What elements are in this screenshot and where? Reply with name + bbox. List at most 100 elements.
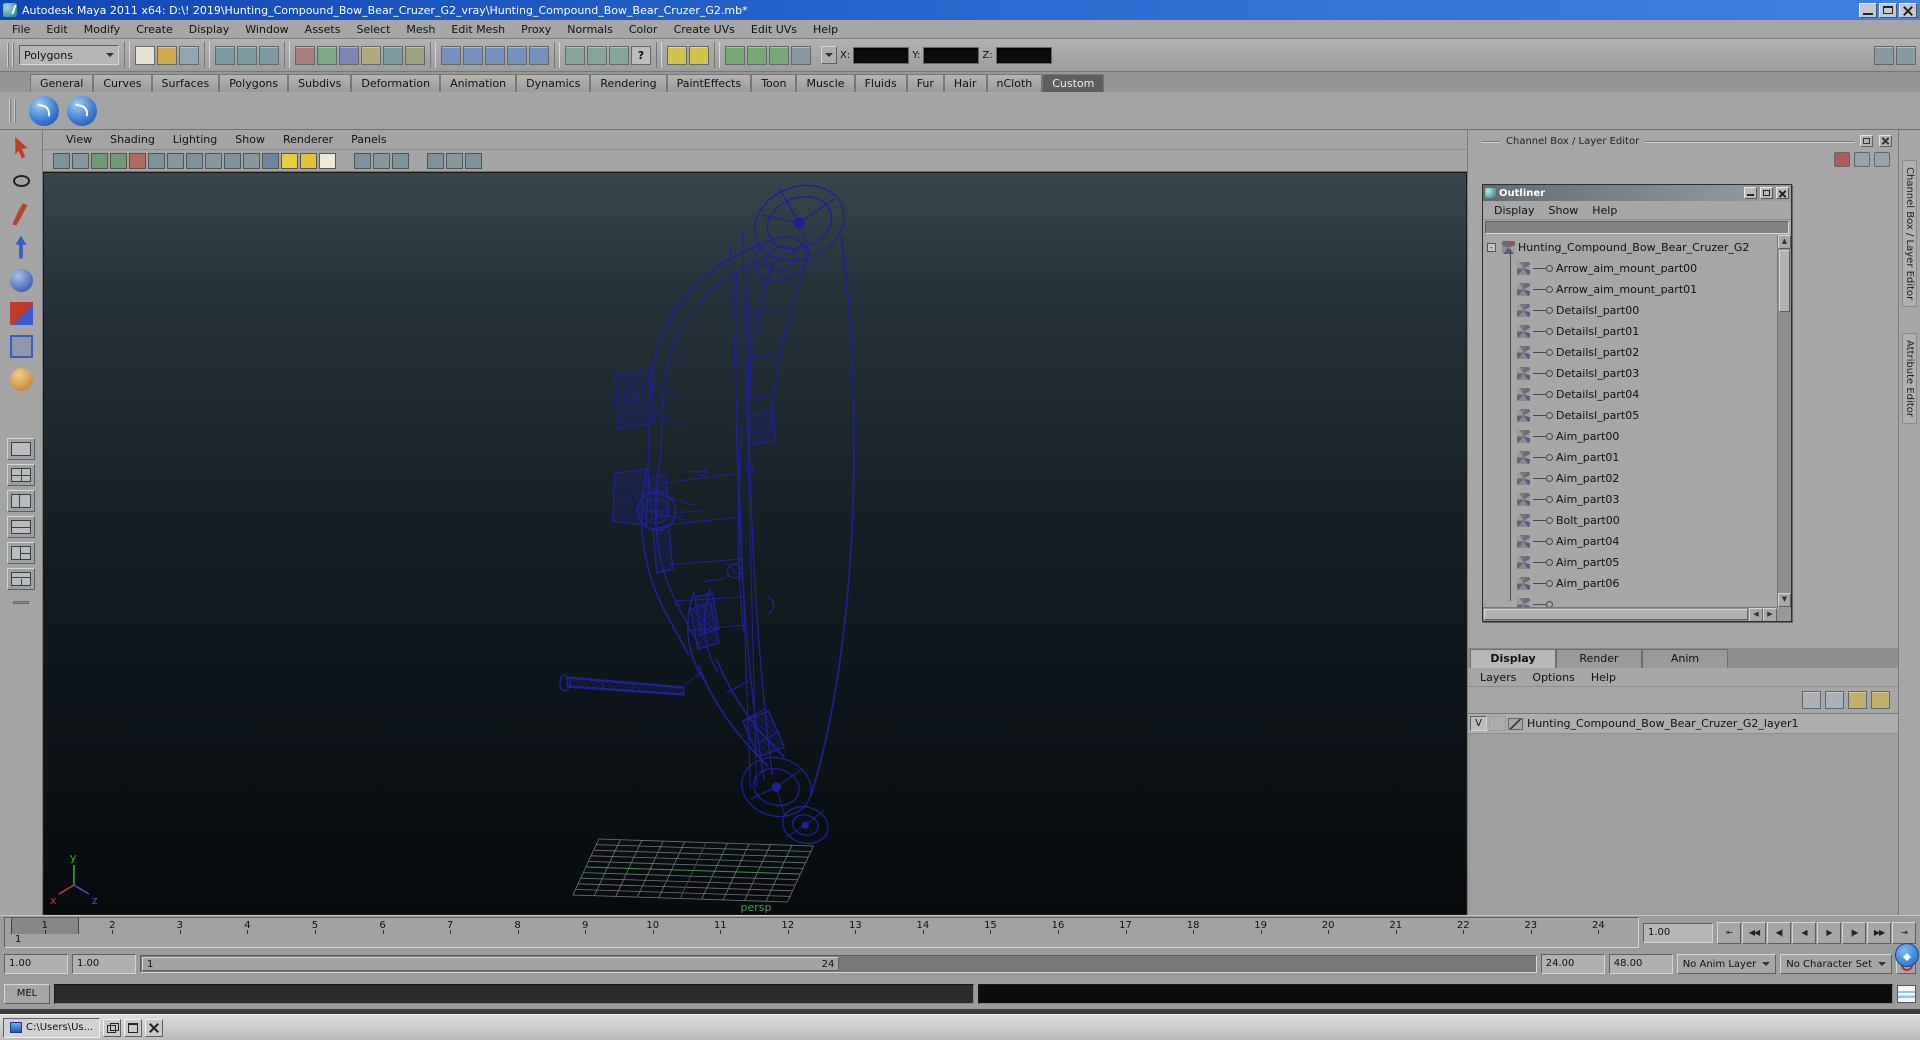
outliner-horizontal-scrollbar[interactable]: ◀ ▶: [1483, 607, 1777, 621]
shelf-tab[interactable]: Dynamics: [516, 74, 591, 92]
open-scene-icon[interactable]: [157, 45, 177, 65]
shaded-icon[interactable]: [243, 152, 260, 169]
menu-item[interactable]: Color: [621, 22, 666, 37]
view-transform-icon[interactable]: [465, 152, 482, 169]
animation-end-field[interactable]: 48.00: [1608, 954, 1673, 974]
group-separator[interactable]: [124, 42, 130, 68]
command-result-field[interactable]: [978, 984, 1893, 1004]
outliner-minimize-button[interactable]: [1744, 187, 1757, 199]
step-forward-one-key-button[interactable]: ▶▶: [1867, 921, 1891, 944]
use-all-lights-icon[interactable]: [281, 152, 298, 169]
render-settings-icon[interactable]: [791, 45, 811, 65]
taskbar-maximize-icon[interactable]: [124, 1018, 143, 1037]
frame-tick[interactable]: 6: [349, 918, 417, 934]
outliner-item[interactable]: Detailsl_part05: [1483, 405, 1776, 426]
selection-mode-dropdown[interactable]: Polygons: [19, 45, 119, 65]
range-end-handle[interactable]: 24: [822, 959, 835, 970]
frame-tick[interactable]: 19: [1227, 918, 1295, 934]
outliner-close-button[interactable]: [1776, 187, 1789, 199]
handles-mask-icon[interactable]: [317, 45, 337, 65]
group-separator[interactable]: [656, 42, 662, 68]
scrollbar-thumb[interactable]: [1779, 250, 1790, 312]
taskbar-close-icon[interactable]: [145, 1018, 164, 1037]
scroll-left-icon[interactable]: ◀: [1749, 608, 1763, 621]
frame-tick[interactable]: 4: [214, 918, 282, 934]
layer-move-down-icon[interactable]: [1871, 691, 1890, 709]
two-pane-stacked-layout-button[interactable]: [7, 516, 35, 538]
lock-camera-icon[interactable]: [72, 152, 89, 169]
shelf-tab[interactable]: Polygons: [219, 74, 289, 92]
new-empty-layer-icon[interactable]: [1802, 691, 1821, 709]
outliner-item[interactable]: Bolt_part00: [1483, 510, 1776, 531]
outliner-item[interactable]: Arrow_aim_mount_part01: [1483, 279, 1776, 300]
outliner-item[interactable]: Aim_part06: [1483, 573, 1776, 594]
xray-joints-icon[interactable]: [392, 152, 409, 169]
keyframe-icon[interactable]: [689, 45, 709, 65]
frame-tick[interactable]: 17: [1092, 918, 1160, 934]
playback-end-field[interactable]: 24.00: [1540, 954, 1605, 974]
layer-move-up-icon[interactable]: [1848, 691, 1867, 709]
ambient-occlusion-icon[interactable]: [319, 152, 336, 169]
four-pane-layout-button[interactable]: [7, 464, 35, 486]
shadows-icon[interactable]: [300, 152, 317, 169]
close-panel-icon[interactable]: [1879, 135, 1892, 147]
select-component-icon[interactable]: [259, 45, 279, 65]
layer-color-swatch[interactable]: [1508, 717, 1523, 730]
layer-menu-item[interactable]: Options: [1524, 670, 1582, 685]
panel-menu-item[interactable]: View: [57, 132, 101, 147]
frame-tick[interactable]: 16: [1024, 918, 1092, 934]
exposure-icon[interactable]: [427, 152, 444, 169]
group-separator[interactable]: [714, 42, 720, 68]
menu-item[interactable]: Proxy: [513, 22, 559, 37]
collapse-expander-icon[interactable]: -: [1487, 243, 1496, 252]
shelf-tab[interactable]: Curves: [93, 74, 152, 92]
menu-item[interactable]: Edit Mesh: [443, 22, 513, 37]
frame-tick[interactable]: 7: [416, 918, 484, 934]
coord-entry-mode-dropdown[interactable]: [821, 46, 837, 64]
select-tool[interactable]: [6, 134, 36, 162]
frame-tick[interactable]: 15: [957, 918, 1025, 934]
current-time-field[interactable]: 1.00: [1643, 922, 1713, 943]
open-render-view-icon[interactable]: [725, 45, 745, 65]
layer-menu-item[interactable]: Layers: [1472, 670, 1524, 685]
surfaces-mask-icon[interactable]: [383, 45, 403, 65]
panel-menu-item[interactable]: Shading: [101, 132, 164, 147]
shelf-tab[interactable]: Custom: [1042, 74, 1105, 92]
outliner-item[interactable]: Arrow_aim_mount_part00: [1483, 258, 1776, 279]
playback-start-field[interactable]: 1.00: [72, 954, 136, 974]
help-icon[interactable]: ?: [631, 45, 651, 65]
frame-tick[interactable]: 9: [551, 918, 619, 934]
frame-tick[interactable]: 21: [1362, 918, 1430, 934]
frame-tick[interactable]: 8: [484, 918, 552, 934]
textured-icon[interactable]: [262, 152, 279, 169]
go-to-playback-start-button[interactable]: ⇤: [1717, 921, 1741, 944]
custom-shelf-item-2[interactable]: [67, 95, 97, 126]
frame-tick[interactable]: 10: [619, 918, 687, 934]
shelf-tab[interactable]: Animation: [440, 74, 517, 92]
single-pane-layout-button[interactable]: [7, 438, 35, 460]
outliner-item[interactable]: Aim_part04: [1483, 531, 1776, 552]
taskbar-window-button[interactable]: C:\Users\Us...: [3, 1017, 101, 1038]
outliner-item[interactable]: Detailsl_part02: [1483, 342, 1776, 363]
curves-mask-icon[interactable]: [361, 45, 381, 65]
frame-tick[interactable]: 3: [146, 918, 214, 934]
new-scene-icon[interactable]: [135, 45, 155, 65]
menu-item[interactable]: Edit: [38, 22, 75, 37]
snap-to-grid-icon[interactable]: [441, 45, 461, 65]
shelf-tab[interactable]: Hair: [943, 74, 987, 92]
snap-to-point-icon[interactable]: [485, 45, 505, 65]
menu-item[interactable]: Create: [128, 22, 181, 37]
select-object-icon[interactable]: [237, 45, 257, 65]
input-to-selected-icon[interactable]: [565, 45, 585, 65]
range-slider-track[interactable]: 1 24: [140, 955, 1537, 973]
menu-item[interactable]: Mesh: [398, 22, 443, 37]
frame-tick[interactable]: 13: [822, 918, 890, 934]
minimize-button[interactable]: [1859, 2, 1877, 18]
outliner-vertical-scrollbar[interactable]: ▲ ▼: [1777, 235, 1791, 607]
panel-menu-item[interactable]: Show: [226, 132, 274, 147]
frame-tick[interactable]: 24: [1565, 918, 1633, 934]
xray-icon[interactable]: [373, 152, 390, 169]
two-pane-side-layout-button[interactable]: [7, 490, 35, 512]
command-input-field[interactable]: [54, 984, 974, 1004]
three-pane-top-layout-button[interactable]: [7, 568, 35, 590]
